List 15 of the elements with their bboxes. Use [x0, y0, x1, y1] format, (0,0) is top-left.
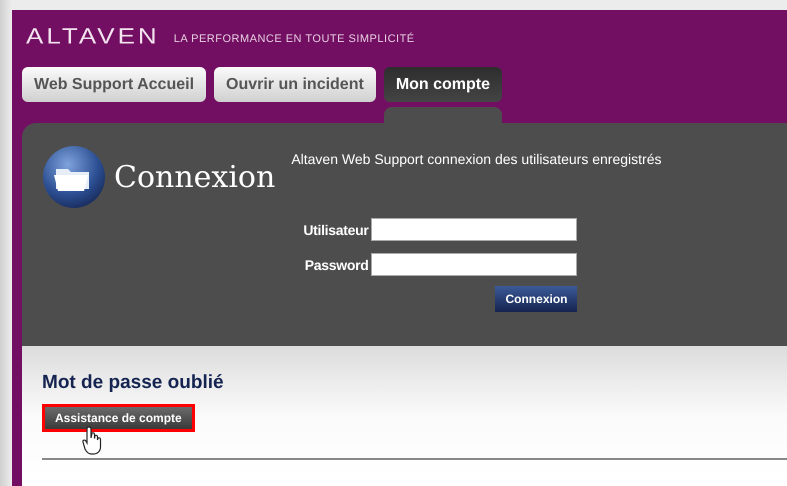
nav-tab[interactable]: Ouvrir un incident: [214, 67, 376, 102]
login-subtitle: Altaven Web Support connexion des utilisateurs enregistrés: [291, 151, 662, 167]
nav-tab[interactable]: Web Support Accueil: [22, 67, 206, 102]
input-field[interactable]: [371, 218, 578, 241]
nav-tab[interactable]: Mon compte: [384, 67, 502, 102]
input-field[interactable]: [371, 253, 578, 276]
folder-icon: [42, 145, 106, 209]
page-title: Connexion: [114, 160, 276, 194]
account-help-button[interactable]: Assistance de compte: [45, 407, 192, 429]
tagline: LA PERFORMANCE EN TOUTE SIMPLICITÉ: [174, 33, 415, 47]
section-heading: Mot de passe oublié: [42, 372, 224, 394]
logo: ALTAVEN: [26, 24, 160, 48]
field-label: Utilisateur: [303, 222, 368, 238]
field-label: Password: [304, 256, 368, 272]
login-button[interactable]: Connexion: [495, 286, 578, 312]
